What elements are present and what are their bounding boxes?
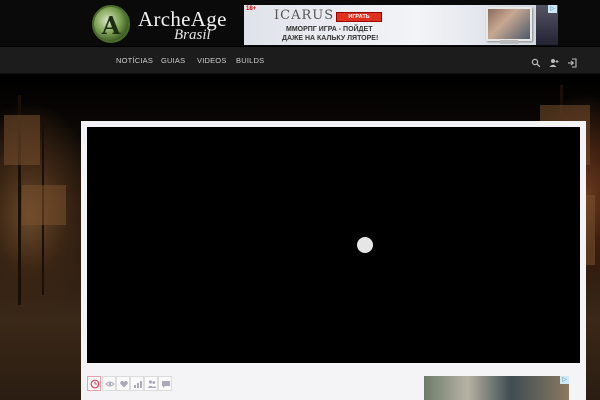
ad-text-line-1: ММОРПГ ИГРА - ПОЙДЕТ — [286, 26, 373, 33]
ad-text-line-2: ДАЖЕ НА КАЛЬКУ ЛЯТОРЕ! — [282, 35, 379, 42]
site-header: A ArcheAge Brasil 18+ ICARUS ИГРАТЬ ММОР… — [0, 0, 600, 46]
users-icon[interactable] — [144, 376, 158, 391]
heart-icon[interactable] — [116, 376, 130, 391]
login-icon[interactable] — [567, 55, 577, 68]
video-player[interactable] — [87, 127, 580, 363]
search-icon[interactable] — [531, 55, 541, 68]
ad-brand: ICARUS — [274, 8, 335, 23]
ad-age-rating: 18+ — [246, 6, 257, 12]
page: A ArcheAge Brasil 18+ ICARUS ИГРАТЬ ММОР… — [0, 0, 600, 400]
ad-monitor-stand — [500, 40, 518, 44]
comment-icon[interactable] — [158, 376, 172, 391]
nav-item-noticias[interactable]: NOTÍCIAS — [116, 56, 153, 65]
user-add-icon[interactable] — [549, 55, 559, 67]
nav-item-videos[interactable]: VIDEOS — [197, 56, 227, 65]
site-logo[interactable]: A ArcheAge Brasil — [88, 3, 238, 45]
adchoices-icon[interactable]: ▷ — [560, 376, 569, 384]
bar-chart-icon[interactable] — [130, 376, 144, 391]
nav-item-builds[interactable]: BUILDS — [236, 56, 264, 65]
ad-monitor-image — [486, 7, 532, 41]
adchoices-icon[interactable]: ▷ — [548, 5, 557, 13]
nav-item-guias[interactable]: GUIAS — [161, 56, 185, 65]
logo-emblem-icon: A — [92, 5, 130, 43]
ad-play-button[interactable]: ИГРАТЬ — [336, 12, 382, 22]
banner-ad[interactable]: 18+ ICARUS ИГРАТЬ ММОРПГ ИГРА - ПОЙДЕТ Д… — [244, 5, 558, 45]
eye-icon[interactable] — [102, 376, 116, 391]
loading-indicator — [357, 237, 373, 253]
sidebar-ad[interactable]: ▷ — [424, 376, 569, 400]
clock-icon[interactable] — [87, 376, 101, 391]
logo-subtitle: Brasil — [174, 27, 211, 43]
main-nav: NOTÍCIAS GUIAS VIDEOS BUILDS — [0, 47, 600, 74]
